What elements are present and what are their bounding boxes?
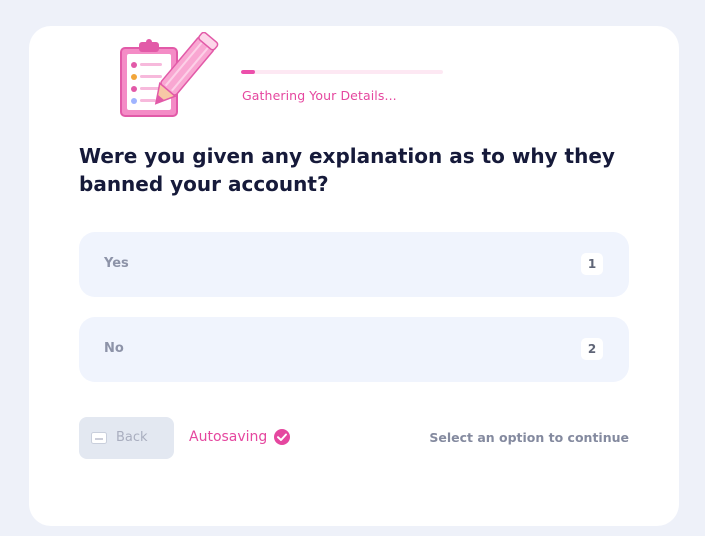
continue-hint: Select an option to continue bbox=[429, 430, 629, 445]
keyboard-key-icon bbox=[91, 432, 107, 444]
check-circle-icon bbox=[274, 429, 291, 445]
option-shortcut-key: 1 bbox=[581, 253, 603, 275]
question-card: Gathering Your Details... Were you given… bbox=[29, 26, 679, 526]
clipboard-pencil-icon bbox=[120, 32, 219, 117]
question-title: Were you given any explanation as to why… bbox=[79, 144, 615, 196]
back-button[interactable]: Back bbox=[79, 417, 174, 459]
progress-bar bbox=[241, 70, 443, 74]
progress-fill bbox=[241, 70, 256, 74]
option-no[interactable]: No 2 bbox=[79, 317, 629, 382]
progress-label: Gathering Your Details... bbox=[242, 88, 397, 103]
option-yes[interactable]: Yes 1 bbox=[79, 232, 629, 297]
option-label: No bbox=[104, 341, 124, 356]
autosave-label: Autosaving bbox=[189, 429, 268, 445]
autosave-status: Autosaving bbox=[189, 428, 291, 446]
back-button-label: Back bbox=[116, 430, 148, 445]
option-label: Yes bbox=[104, 256, 129, 271]
option-shortcut-key: 2 bbox=[581, 338, 603, 360]
